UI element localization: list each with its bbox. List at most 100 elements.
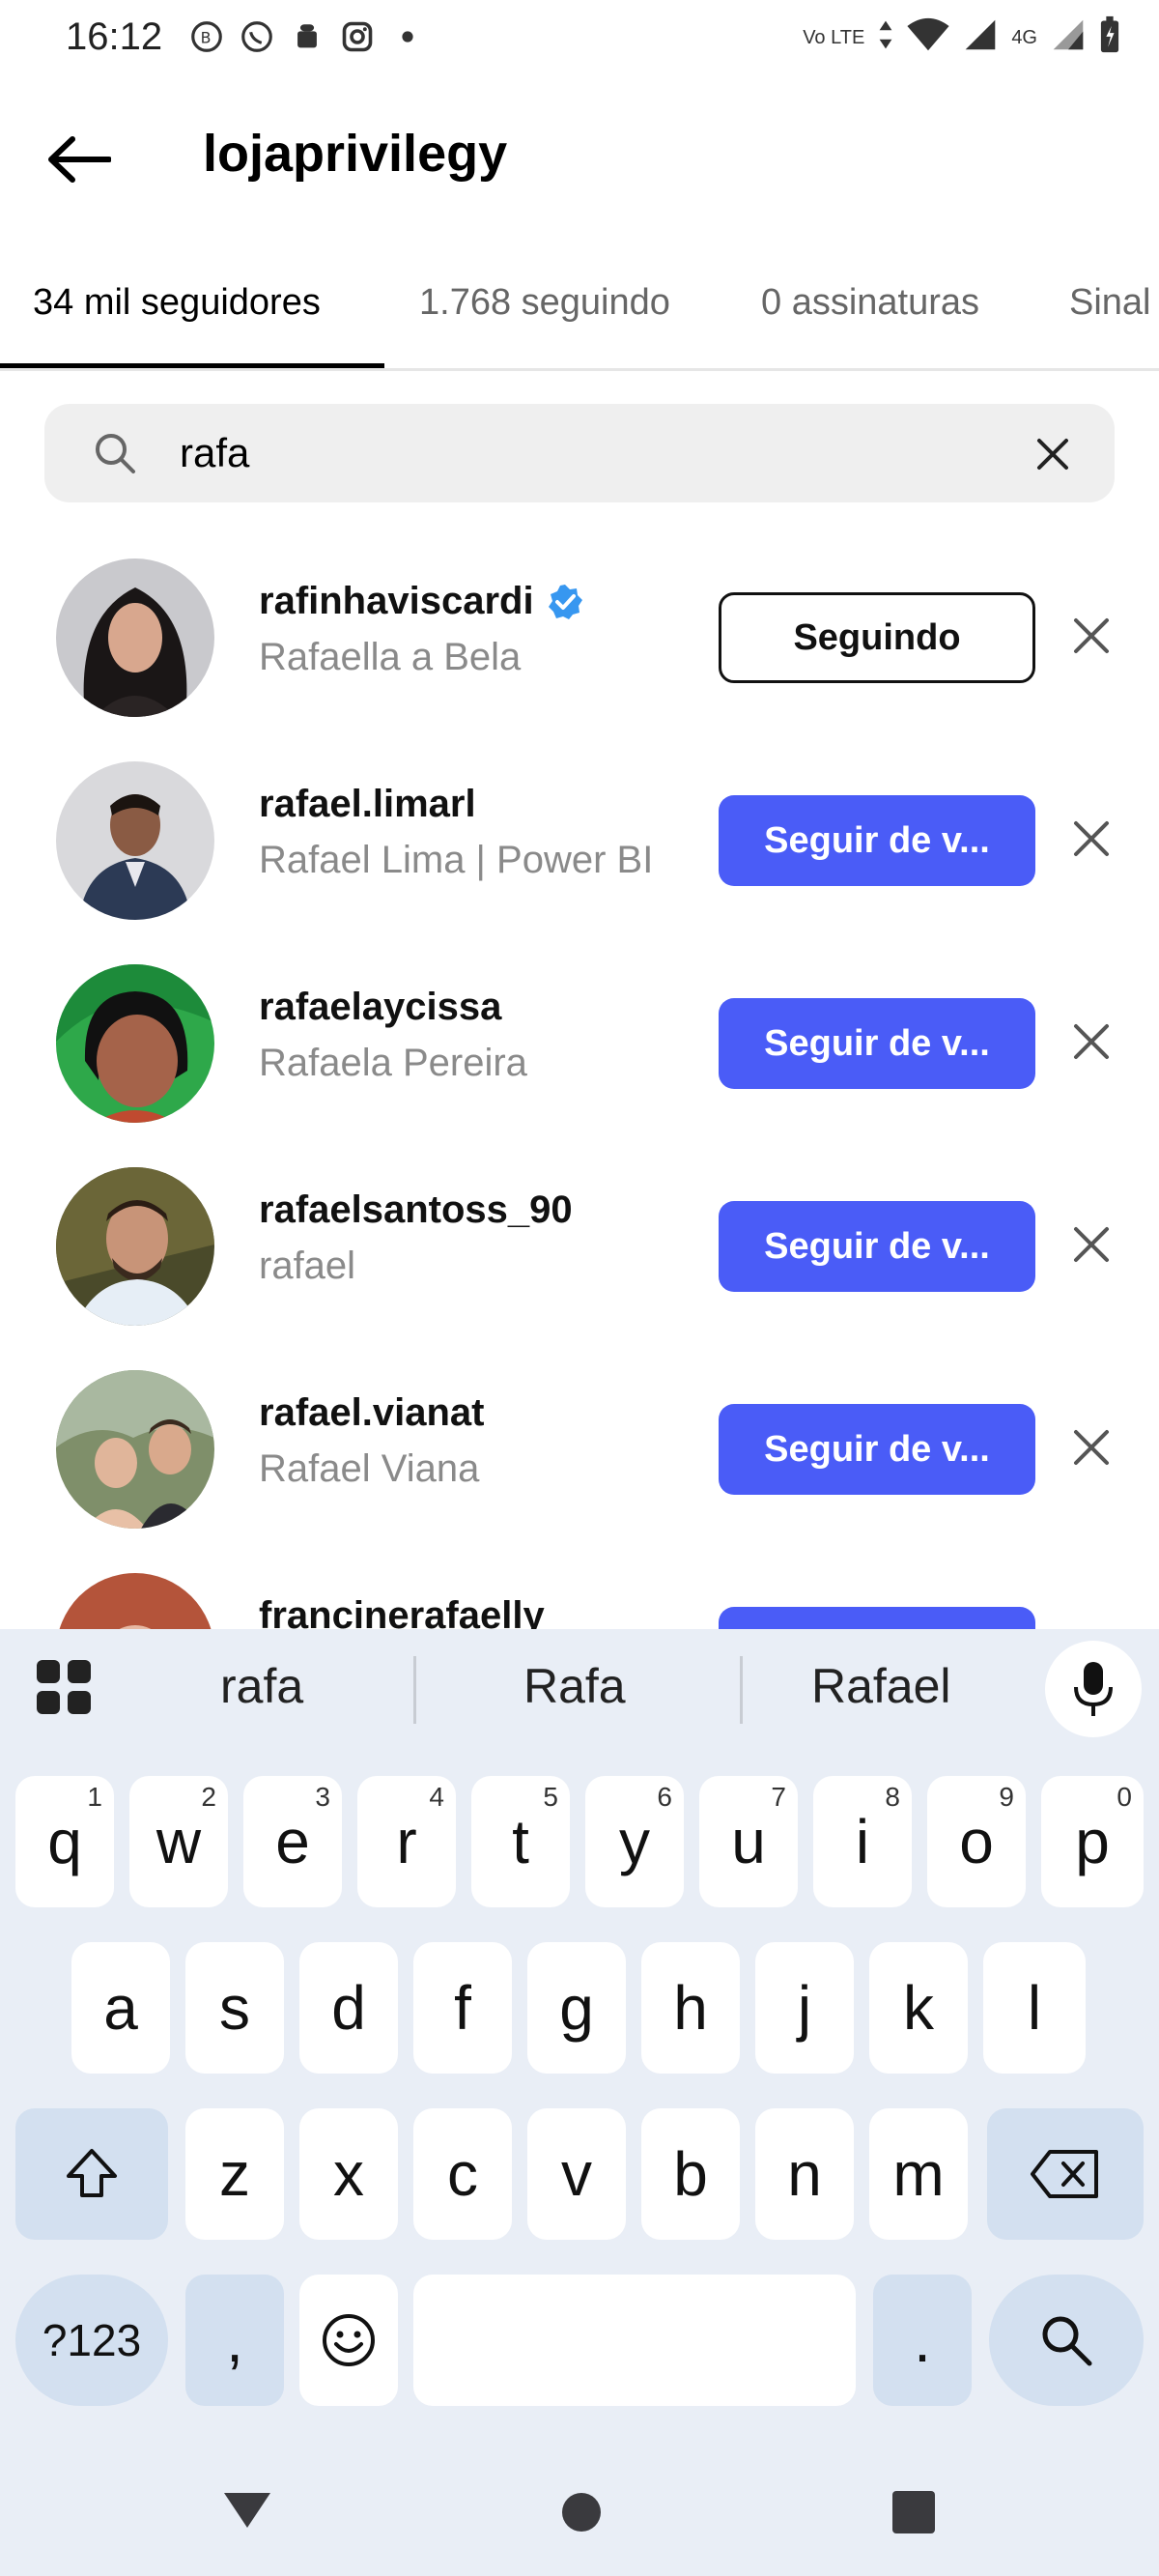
- username[interactable]: rafinhaviscardi: [259, 580, 584, 623]
- key-u[interactable]: u7: [699, 1776, 798, 1907]
- suggestion-3[interactable]: Rafael: [811, 1658, 951, 1714]
- username[interactable]: rafaelsantoss_90: [259, 1188, 573, 1232]
- key-f[interactable]: f: [413, 1942, 512, 2074]
- list-item[interactable]: rafael.limarl Rafael Lima | Power BI Seg…: [0, 744, 1159, 937]
- clear-search-icon[interactable]: [1033, 435, 1072, 473]
- remove-follower-icon[interactable]: [1070, 817, 1113, 860]
- username-text: rafinhaviscardi: [259, 580, 534, 622]
- username[interactable]: rafael.limarl: [259, 783, 476, 826]
- key-n[interactable]: n: [755, 2108, 854, 2240]
- avatar[interactable]: [56, 1370, 214, 1529]
- recents-square-icon[interactable]: [885, 2479, 943, 2537]
- emoji-key[interactable]: [299, 2275, 398, 2406]
- search-icon: [96, 434, 135, 473]
- key-num: 8: [885, 1782, 900, 1812]
- key-l[interactable]: l: [983, 1942, 1086, 2074]
- key-k[interactable]: k: [869, 1942, 968, 2074]
- list-item[interactable]: rafaelaycissa Rafaela Pereira Seguir de …: [0, 947, 1159, 1140]
- key-q[interactable]: q1: [15, 1776, 114, 1907]
- list-item[interactable]: rafaelsantoss_90 rafael Seguir de v...: [0, 1150, 1159, 1343]
- key-i[interactable]: i8: [813, 1776, 912, 1907]
- tab-signals[interactable]: Sinal: [1069, 282, 1151, 324]
- tab-followers[interactable]: 34 mil seguidores: [33, 282, 321, 324]
- avatar[interactable]: [56, 1573, 214, 1629]
- following-button[interactable]: Seguindo: [719, 592, 1035, 683]
- avatar[interactable]: [56, 964, 214, 1123]
- suggestion-bar: rafa Rafa Rafael: [0, 1629, 1159, 1751]
- key-x[interactable]: x: [299, 2108, 398, 2240]
- voice-input-button[interactable]: [1045, 1641, 1142, 1737]
- period-key[interactable]: .: [873, 2275, 972, 2406]
- active-tab-indicator: [0, 363, 384, 368]
- remove-follower-icon[interactable]: [1070, 615, 1113, 657]
- key-v[interactable]: v: [527, 2108, 626, 2240]
- backspace-icon: [1031, 2150, 1098, 2198]
- key-w[interactable]: w2: [129, 1776, 228, 1907]
- follow-back-button[interactable]: [719, 1607, 1035, 1629]
- key-num: 0: [1117, 1782, 1132, 1812]
- remove-follower-icon[interactable]: [1070, 1020, 1113, 1063]
- follow-back-button[interactable]: Seguir de v...: [719, 1201, 1035, 1292]
- key-r[interactable]: r4: [357, 1776, 456, 1907]
- key-h[interactable]: h: [641, 1942, 740, 2074]
- suggestion-1[interactable]: rafa: [220, 1658, 303, 1714]
- key-num: 1: [87, 1782, 102, 1812]
- system-status-icons: Vo LTE 4G: [803, 15, 1120, 59]
- follow-back-button[interactable]: Seguir de v...: [719, 998, 1035, 1089]
- key-a[interactable]: a: [71, 1942, 170, 2074]
- key-g[interactable]: g: [527, 1942, 626, 2074]
- username-text: rafael.limarl: [259, 783, 476, 825]
- follow-back-button[interactable]: Seguir de v...: [719, 1404, 1035, 1495]
- key-m[interactable]: m: [869, 2108, 968, 2240]
- key-b[interactable]: b: [641, 2108, 740, 2240]
- whatsapp-business-icon: B: [187, 17, 226, 56]
- follow-back-button[interactable]: Seguir de v...: [719, 795, 1035, 886]
- search-key[interactable]: [989, 2275, 1144, 2406]
- shift-key[interactable]: [15, 2108, 168, 2240]
- key-s[interactable]: s: [185, 1942, 284, 2074]
- space-key[interactable]: [413, 2275, 856, 2406]
- suggestion-2[interactable]: Rafa: [523, 1658, 626, 1714]
- tab-following[interactable]: 1.768 seguindo: [419, 282, 670, 324]
- key-o[interactable]: o9: [927, 1776, 1026, 1907]
- home-circle-icon[interactable]: [552, 2479, 610, 2537]
- apps-grid-icon[interactable]: [35, 1658, 93, 1716]
- key-char: q: [47, 1807, 82, 1876]
- remove-follower-icon[interactable]: [1070, 1426, 1113, 1469]
- search-bar[interactable]: [44, 404, 1115, 502]
- list-item[interactable]: rafael.vianat Rafael Viana Seguir de v..…: [0, 1353, 1159, 1546]
- username[interactable]: rafaelaycissa: [259, 986, 501, 1029]
- key-e[interactable]: e3: [243, 1776, 342, 1907]
- full-name: Rafaella a Bela: [259, 636, 522, 678]
- key-char: o: [959, 1807, 994, 1876]
- key-z[interactable]: z: [185, 2108, 284, 2240]
- key-c[interactable]: c: [413, 2108, 512, 2240]
- list-item[interactable]: rafinhaviscardi Rafaella a Bela Seguindo: [0, 541, 1159, 734]
- remove-follower-icon[interactable]: [1070, 1223, 1113, 1266]
- key-j[interactable]: j: [755, 1942, 854, 2074]
- key-t[interactable]: t5: [471, 1776, 570, 1907]
- key-char: r: [396, 1807, 417, 1876]
- avatar[interactable]: [56, 558, 214, 717]
- username[interactable]: francinerafaelly: [259, 1594, 545, 1629]
- username-text: rafaelaycissa: [259, 986, 502, 1028]
- back-button[interactable]: [41, 126, 118, 193]
- avatar[interactable]: [56, 1167, 214, 1326]
- backspace-key[interactable]: [987, 2108, 1144, 2240]
- key-char: p: [1075, 1807, 1110, 1876]
- tab-subscriptions[interactable]: 0 assinaturas: [761, 282, 979, 324]
- avatar[interactable]: [56, 761, 214, 920]
- key-p[interactable]: p0: [1041, 1776, 1144, 1907]
- search-input[interactable]: [180, 423, 1001, 483]
- comma-key[interactable]: ,: [185, 2275, 284, 2406]
- back-triangle-icon[interactable]: [218, 2479, 276, 2537]
- symbols-key[interactable]: ?123: [15, 2275, 168, 2406]
- data-arrows-icon: [878, 19, 893, 55]
- key-num: 6: [657, 1782, 672, 1812]
- username[interactable]: rafael.vianat: [259, 1391, 484, 1435]
- key-y[interactable]: y6: [585, 1776, 684, 1907]
- key-num: 5: [543, 1782, 558, 1812]
- key-d[interactable]: d: [299, 1942, 398, 2074]
- list-item[interactable]: francinerafaelly: [0, 1556, 1159, 1629]
- tab-bar: 34 mil seguidores 1.768 seguindo 0 assin…: [0, 259, 1159, 371]
